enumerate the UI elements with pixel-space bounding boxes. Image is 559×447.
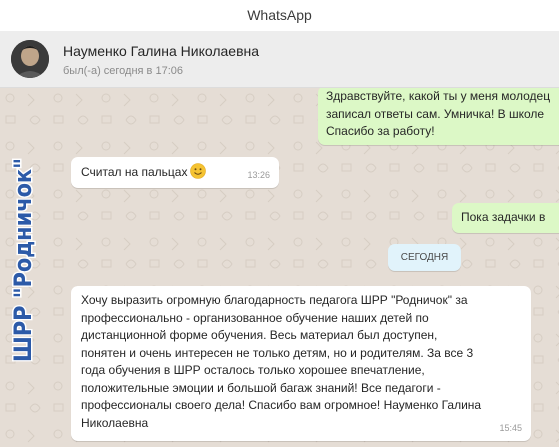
message-line: Николаевна xyxy=(81,415,149,430)
message-incoming[interactable]: Считал на пальцах 13:26 xyxy=(71,157,279,188)
date-divider: СЕГОДНЯ xyxy=(388,244,461,271)
message-line: профессионально - организованное обучени… xyxy=(81,310,429,325)
message-line: года обучения в ШРР осталось только хоро… xyxy=(81,363,425,377)
message-time: 15:45 xyxy=(499,422,522,433)
chat-area[interactable]: Здравствуйте, какой ты у меня молодец за… xyxy=(0,88,559,447)
contact-avatar[interactable] xyxy=(11,40,49,78)
smiling-face-icon xyxy=(190,163,207,179)
message-incoming[interactable]: Хочу выразить огромную благодарность пед… xyxy=(71,286,531,441)
message-time: 13:26 xyxy=(247,169,270,180)
message-outgoing[interactable]: Пока задачки в xyxy=(452,203,559,233)
message-line: понятен и очень интересен не только детя… xyxy=(81,345,474,360)
last-seen-status: был(-а) сегодня в 17:06 xyxy=(63,65,183,77)
message-text: Пока задачки в xyxy=(461,210,546,224)
message-line: Здравствуйте, какой ты у меня молодец xyxy=(326,89,551,103)
message-line: положительные эмоции и большой багаж зна… xyxy=(81,380,441,395)
school-watermark: ШРР "Родничок" xyxy=(8,157,39,364)
message-line: профессионалы своего дела! Спасибо вам о… xyxy=(81,398,482,412)
message-line: дистанционной форме обучения. Весь матер… xyxy=(81,328,438,342)
message-line: записал ответы сам. Умничка! В школе xyxy=(326,106,545,121)
message-outgoing[interactable]: Здравствуйте, какой ты у меня молодец за… xyxy=(318,88,559,145)
message-text: Считал на пальцах xyxy=(81,165,188,179)
avatar-photo-icon xyxy=(11,40,49,78)
chat-header[interactable]: Науменко Галина Николаевна был(-а) сегод… xyxy=(0,31,559,88)
message-line: Хочу выразить огромную благодарность пед… xyxy=(81,293,468,307)
app-title: WhatsApp xyxy=(247,7,312,23)
watermark-text: ШРР "Родничок" xyxy=(9,158,37,362)
contact-name[interactable]: Науменко Галина Николаевна xyxy=(63,43,259,59)
message-line: Спасибо за работу! xyxy=(326,124,435,138)
window-titlebar: WhatsApp xyxy=(0,0,559,31)
